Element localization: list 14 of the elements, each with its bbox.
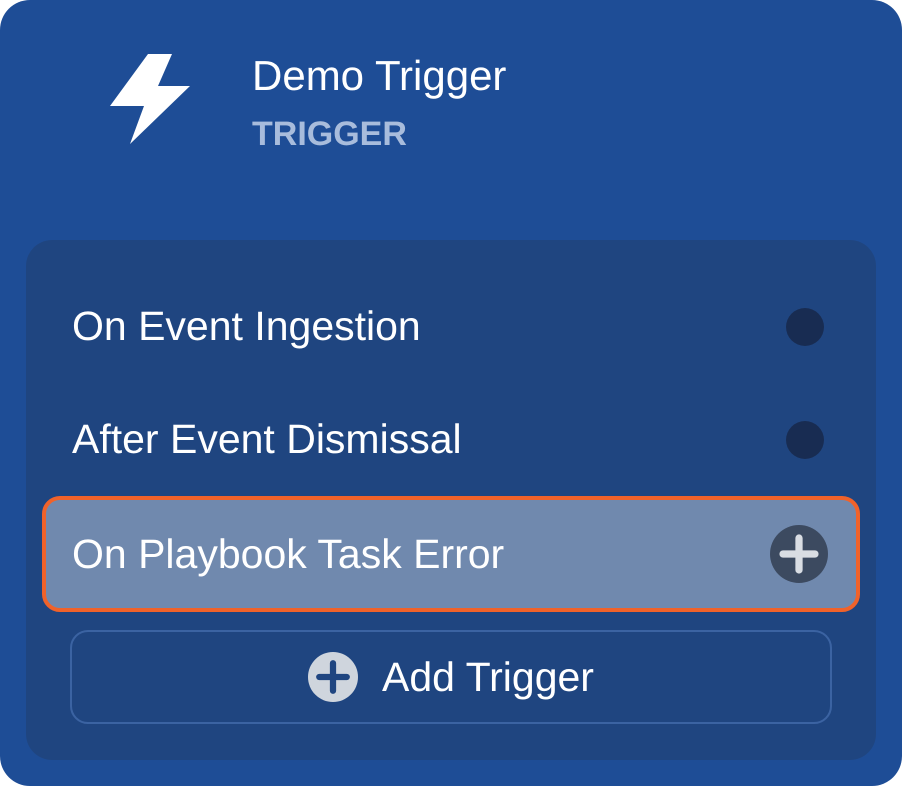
node-type-label: TRIGGER — [252, 114, 408, 154]
add-trigger-button[interactable]: Add Trigger — [70, 630, 832, 724]
trigger-item[interactable]: On Playbook Task Error — [42, 496, 860, 612]
trigger-item[interactable]: On Event Ingestion — [42, 270, 860, 383]
node-title: Demo Trigger — [252, 52, 506, 100]
trigger-item[interactable]: After Event Dismissal — [42, 383, 860, 496]
connector-dot[interactable] — [786, 420, 824, 458]
connector-dot[interactable] — [786, 308, 824, 346]
trigger-label: After Event Dismissal — [72, 416, 462, 463]
plus-circle-icon[interactable] — [770, 525, 828, 583]
lightning-bolt-icon — [108, 52, 192, 146]
trigger-label: On Event Ingestion — [72, 303, 421, 350]
trigger-label: On Playbook Task Error — [72, 530, 504, 578]
plus-circle-icon[interactable] — [308, 652, 358, 702]
